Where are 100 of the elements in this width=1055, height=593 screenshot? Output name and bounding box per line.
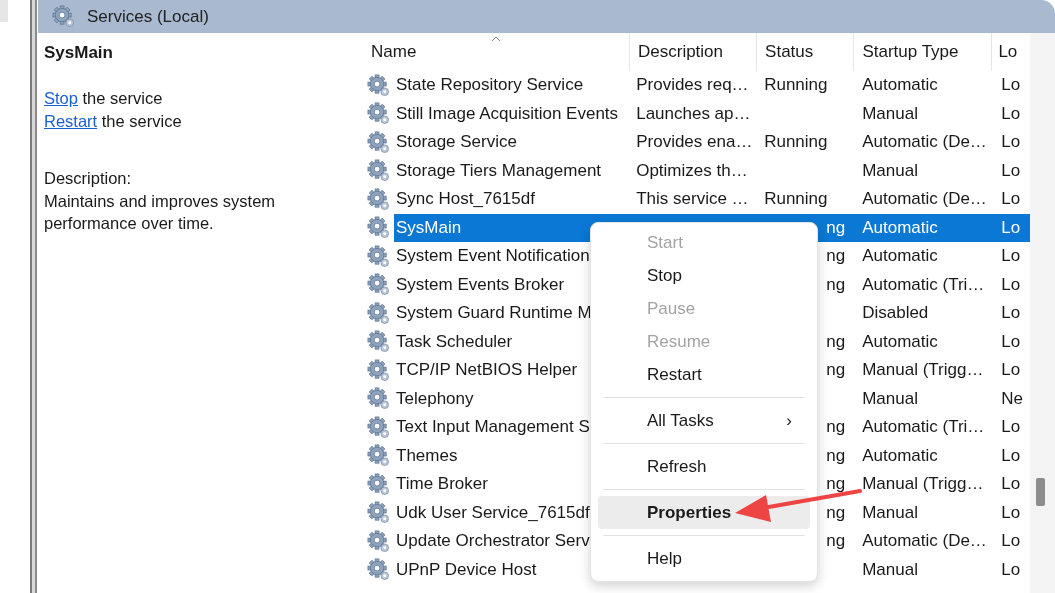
table-cell: Automatic (De… xyxy=(862,189,987,210)
header-title: Services (Local) xyxy=(87,6,209,27)
gear-icon xyxy=(367,387,390,411)
gear-icon xyxy=(367,102,390,126)
menu-item[interactable]: Stop xyxy=(598,259,810,292)
column-header[interactable]: Name xyxy=(363,33,630,71)
service-name-cell[interactable]: Themes xyxy=(394,441,460,470)
table-cell: Running xyxy=(764,132,828,153)
gear-icon xyxy=(367,73,390,97)
table-cell: Manual xyxy=(862,388,918,409)
table-cell: Automatic xyxy=(862,331,938,352)
column-header[interactable]: Description xyxy=(630,33,758,71)
action-text: Restart the service xyxy=(44,110,183,132)
submenu-arrow-icon: › xyxy=(786,410,792,431)
table-cell: Manual (Trigg… xyxy=(862,474,984,495)
table-cell: Automatic (Tri… xyxy=(862,417,985,438)
service-name-cell[interactable]: Storage Tiers Management xyxy=(394,156,604,185)
table-cell: Manual (Trigg… xyxy=(862,360,984,381)
table-cell: Automatic xyxy=(862,217,938,238)
table-cell: ng xyxy=(826,474,846,495)
table-cell: Manual xyxy=(862,559,918,580)
service-name: SysMain xyxy=(44,43,114,63)
column-header[interactable]: Startup Type xyxy=(854,33,993,71)
gear-icon xyxy=(367,358,390,382)
gear-icon xyxy=(367,558,390,582)
service-name-cell[interactable]: System Guard Runtime M xyxy=(394,299,594,328)
table-cell: Lo xyxy=(1001,474,1021,495)
table-cell: Lo xyxy=(1001,132,1021,153)
table-cell: Lo xyxy=(1001,246,1021,267)
action-link[interactable]: Restart xyxy=(44,111,98,130)
scrollbar[interactable] xyxy=(1030,33,1055,593)
table-cell: Manual xyxy=(862,502,918,523)
table-cell: Manual xyxy=(862,160,918,181)
column-header[interactable]: Lo xyxy=(992,33,1031,71)
service-name-cell[interactable]: System Events Broker xyxy=(394,270,567,299)
service-name-cell[interactable]: Udk User Service_7615df xyxy=(394,498,592,527)
menu-item[interactable]: All Tasks › xyxy=(598,404,810,437)
table-cell: Running xyxy=(764,189,828,210)
table-cell: Disabled xyxy=(862,303,929,324)
gear-icon xyxy=(367,244,390,268)
gear-icon xyxy=(367,216,390,240)
table-cell: ng xyxy=(826,246,846,267)
table-cell: ng xyxy=(826,417,846,438)
gear-icon xyxy=(367,273,390,297)
action-link[interactable]: Stop xyxy=(44,89,78,107)
menu-item[interactable]: Properties xyxy=(598,496,810,529)
gear-icon xyxy=(367,501,390,525)
gear-icon xyxy=(367,444,390,468)
table-cell: Automatic (Tri… xyxy=(862,274,985,295)
service-name-cell[interactable]: Telephony xyxy=(394,384,476,413)
service-name-cell[interactable]: Task Scheduler xyxy=(394,327,515,356)
service-name-cell[interactable]: Still Image Acquisition Events xyxy=(394,99,621,128)
table-cell: Provides req… xyxy=(636,75,749,96)
service-name-cell[interactable]: UPnP Device Host xyxy=(394,555,539,584)
gear-icon xyxy=(367,187,390,211)
table-cell: ng xyxy=(826,331,846,352)
menu-item[interactable]: Help xyxy=(598,542,810,575)
services-icon xyxy=(52,5,75,28)
table-cell: ng xyxy=(826,217,846,238)
service-name-cell[interactable]: Text Input Management S xyxy=(394,413,592,442)
gear-icon xyxy=(367,159,390,183)
table-cell: Lo xyxy=(1001,274,1021,295)
table-cell: Automatic xyxy=(862,246,938,267)
gear-icon xyxy=(367,415,390,439)
table-cell: Lo xyxy=(1001,303,1021,324)
table-cell: Lo xyxy=(1001,75,1021,96)
table-cell: Optimizes th… xyxy=(636,160,748,181)
service-name-cell[interactable]: TCP/IP NetBIOS Helper xyxy=(394,356,580,385)
gear-icon xyxy=(367,330,390,354)
column-header[interactable]: Status xyxy=(757,33,855,71)
sort-ascending-icon xyxy=(491,36,501,42)
table-cell: Manual xyxy=(862,103,918,124)
table-cell: Launches ap… xyxy=(636,103,751,124)
table-cell: Lo xyxy=(1001,160,1021,181)
table-cell: Lo xyxy=(1001,445,1021,466)
table-cell: Automatic xyxy=(862,445,938,466)
table-cell: Automatic (De… xyxy=(862,132,987,153)
menu-item[interactable]: Restart xyxy=(598,358,810,391)
service-name-cell[interactable]: System Event Notification xyxy=(394,242,592,271)
description-text: Maintains and improves system performance over time. xyxy=(44,190,277,234)
table-cell: Lo xyxy=(1001,417,1021,438)
menu-item[interactable]: Refresh xyxy=(598,450,810,483)
table-cell: Automatic (De… xyxy=(862,531,987,552)
service-name-cell[interactable]: Time Broker xyxy=(394,470,490,499)
table-cell: ng xyxy=(826,360,846,381)
scrollbar-thumb[interactable] xyxy=(1036,478,1046,506)
table-cell: Automatic xyxy=(862,75,938,96)
action-text: Stop the service xyxy=(44,88,164,109)
gear-icon xyxy=(367,529,390,553)
table-cell: Lo xyxy=(1001,189,1021,210)
gear-icon xyxy=(367,472,390,496)
table-cell: Lo xyxy=(1001,103,1021,124)
table-cell: Lo xyxy=(1001,360,1021,381)
table-cell: This service … xyxy=(636,189,749,210)
table-cell: Running xyxy=(764,75,828,96)
service-name-cell[interactable]: State Repository Service xyxy=(394,71,586,100)
table-cell: Lo xyxy=(1001,559,1021,580)
service-name-cell[interactable]: Sync Host_7615df xyxy=(394,185,537,214)
service-name-cell[interactable]: Storage Service xyxy=(394,128,519,157)
gear-icon xyxy=(367,130,390,154)
